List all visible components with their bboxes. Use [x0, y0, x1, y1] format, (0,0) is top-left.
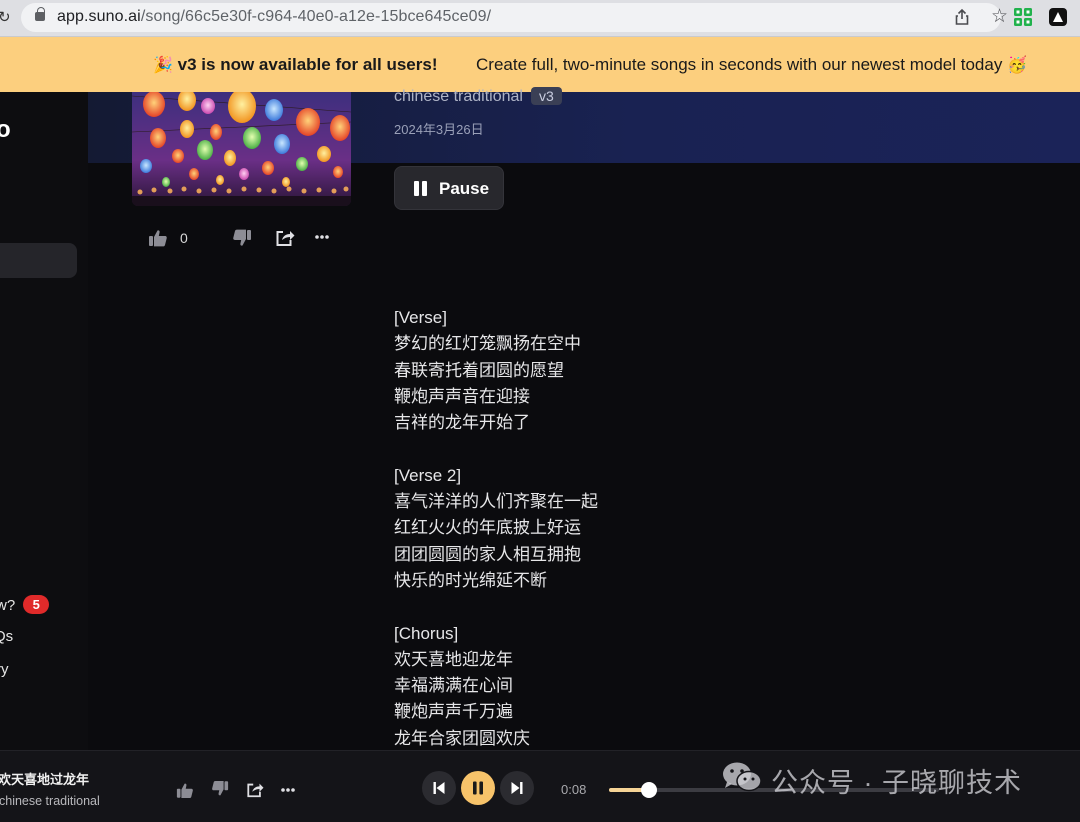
play-pause-button[interactable] — [461, 771, 495, 805]
watermark: 公众号 · 子晓聊技术 — [721, 760, 1021, 798]
logo[interactable]: o — [0, 116, 11, 144]
banner-headline: 🎉 v3 is now available for all users! — [153, 55, 438, 75]
lyric-line: 吉祥的龙年开始了 — [394, 413, 530, 433]
wechat-icon — [723, 762, 762, 792]
lyrics: [Verse] 梦幻的红灯笼飘扬在空中 春联寄托着团圆的愿望 鞭炮声声音在迎接 吉祥的龙… — [394, 305, 814, 752]
model-version-badge: v3 — [530, 87, 562, 105]
party-popper-icon: 🎉 — [153, 57, 173, 74]
notification-badge: 5 — [23, 595, 50, 614]
lyric-line: [Verse 2] — [394, 465, 462, 485]
extension-icon[interactable] — [1049, 8, 1067, 26]
next-track-button[interactable] — [500, 771, 534, 805]
reload-icon[interactable]: ↻ — [0, 8, 11, 26]
url-path: /song/66c5e30f-c964-40e0-a12e-15bce645ce… — [140, 8, 492, 25]
skip-forward-icon — [511, 782, 523, 794]
qr-extension-icon[interactable] — [1013, 7, 1033, 27]
lyric-line: 团团圆圆的家人相互拥抱 — [394, 544, 581, 564]
song-cover-image[interactable] — [132, 92, 351, 206]
thumbs-up-icon[interactable] — [148, 229, 168, 247]
song-style-row: chinese traditional v3 — [394, 87, 562, 106]
share-page-icon[interactable] — [952, 7, 972, 27]
now-playing-style: chinese traditional — [0, 794, 100, 808]
party-face-icon: 🥳 — [1007, 57, 1027, 74]
previous-track-button[interactable] — [422, 771, 456, 805]
progress-handle[interactable] — [640, 782, 657, 798]
elapsed-time: 0:08 — [561, 782, 587, 797]
player-share-icon[interactable] — [246, 781, 264, 798]
url-text[interactable]: app.suno.ai/song/66c5e30f-c964-40e0-a12e… — [57, 8, 491, 26]
lyric-line: [Verse] — [394, 308, 447, 327]
now-playing-title[interactable]: 欢天喜地过龙年 — [0, 769, 89, 788]
watermark-text: 公众号 · 子晓聊技术 — [771, 768, 1022, 798]
lyric-line: 鞭炮声声千万遍 — [394, 702, 513, 722]
lyric-line: 梦幻的红灯笼飘扬在空中 — [394, 334, 581, 354]
browser-toolbar: ↻ app.suno.ai/song/66c5e30f-c964-40e0-a1… — [0, 0, 1080, 37]
pause-button[interactable]: Pause — [394, 166, 504, 210]
sidebar: o w? 5 Qs ry — [0, 92, 88, 750]
lyric-line: 鞭炮声声音在迎接 — [394, 386, 530, 406]
pause-button-label: Pause — [439, 179, 490, 198]
lyric-blank-line — [394, 594, 814, 620]
lyric-blank-line — [394, 436, 814, 462]
sidebar-item-label: Qs — [0, 628, 14, 645]
sidebar-item-library[interactable]: ry — [0, 661, 9, 678]
like-count: 0 — [180, 230, 188, 246]
thumbs-down-icon[interactable] — [232, 229, 252, 247]
banner-headline-text: v3 is now available for all users! — [177, 55, 438, 74]
banner-message: Create full, two-minute songs in seconds… — [476, 55, 1027, 75]
sidebar-item-label: w? — [0, 597, 16, 614]
player-thumbs-down-icon[interactable] — [211, 780, 229, 797]
lock-icon[interactable] — [35, 7, 45, 21]
url-host: app.suno.ai — [57, 8, 141, 25]
skip-back-icon — [433, 782, 445, 794]
lyric-line: [Chorus] — [394, 623, 459, 643]
lyric-line: 快乐的时光绵延不断 — [394, 570, 547, 590]
lyric-line: 幸福满满在心间 — [394, 676, 513, 696]
sidebar-item-selected[interactable] — [0, 243, 77, 278]
song-date: 2024年3月26日 — [394, 122, 484, 137]
player-more-options-icon[interactable] — [281, 788, 295, 792]
lyric-line: 春联寄托着团圆的愿望 — [394, 360, 564, 380]
lyric-line: 红红火火的年底披上好运 — [394, 518, 581, 538]
share-icon[interactable] — [275, 228, 295, 247]
announcement-banner[interactable]: 🎉 v3 is now available for all users! Cre… — [0, 37, 1080, 92]
lyric-line: 喜气洋洋的人们齐聚在一起 — [394, 492, 598, 512]
bookmark-star-icon[interactable]: ☆ — [991, 7, 1008, 27]
song-style[interactable]: chinese traditional — [394, 88, 523, 105]
lyric-line: 欢天喜地迎龙年 — [394, 649, 513, 669]
player-thumbs-up-icon[interactable] — [176, 782, 194, 799]
address-bar[interactable]: app.suno.ai/song/66c5e30f-c964-40e0-a12e… — [21, 3, 1008, 32]
lyric-line: 龙年合家团圆欢庆 — [394, 728, 530, 748]
pause-icon — [473, 781, 483, 795]
song-page: chinese traditional v3 2024年3月26日 0 Pause… — [88, 87, 1080, 752]
sidebar-item-label: ry — [0, 661, 9, 678]
banner-message-text: Create full, two-minute songs in seconds… — [476, 55, 1003, 74]
more-options-icon[interactable] — [315, 235, 329, 239]
sidebar-item-faqs[interactable]: Qs — [0, 628, 13, 645]
pause-icon — [413, 181, 429, 197]
sidebar-item-whats-new[interactable]: w? 5 — [0, 595, 50, 614]
